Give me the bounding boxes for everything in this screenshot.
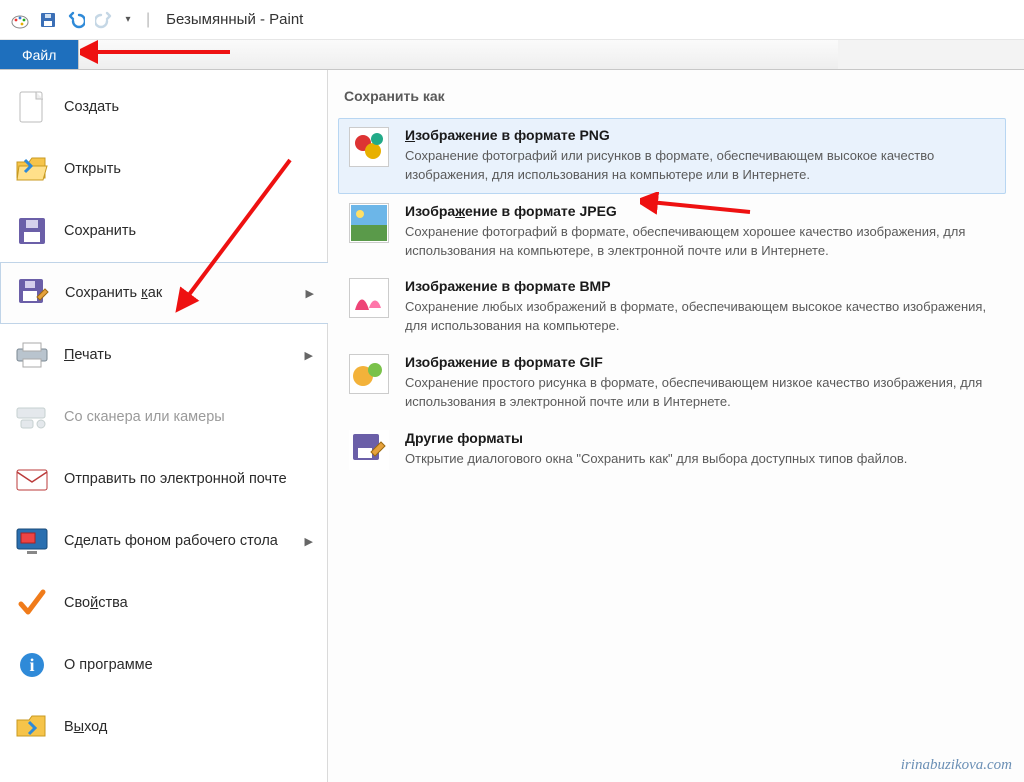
redo-icon[interactable] — [94, 10, 114, 30]
format-bmp[interactable]: Изображение в формате BMP Сохранение люб… — [338, 269, 1006, 345]
format-other[interactable]: Другие форматы Открытие диалогового окна… — [338, 421, 1006, 479]
undo-icon[interactable] — [66, 10, 86, 30]
menu-wallpaper[interactable]: Сделать фоном рабочего стола ▶ — [0, 510, 327, 572]
format-title: Изображение в формате GIF — [405, 354, 995, 370]
format-title: Другие форматы — [405, 430, 907, 446]
gif-thumb-icon — [349, 354, 389, 394]
save-qat-icon[interactable] — [38, 10, 58, 30]
panel-header: Сохранить как — [338, 84, 1006, 118]
format-desc: Сохранение фотографий в формате, обеспеч… — [405, 223, 995, 261]
file-menu: Создать Открыть Сохранить Сохранить как … — [0, 70, 328, 782]
scanner-icon — [14, 399, 50, 435]
menu-open[interactable]: Открыть — [0, 138, 327, 200]
svg-text:i: i — [29, 655, 34, 675]
save-icon — [14, 213, 50, 249]
backstage: Создать Открыть Сохранить Сохранить как … — [0, 70, 1024, 782]
bmp-thumb-icon — [349, 278, 389, 318]
menu-print[interactable]: Печать ▶ — [0, 324, 327, 386]
menu-label: Печать — [64, 347, 112, 363]
menu-save-as[interactable]: Сохранить как ▶ — [0, 262, 328, 324]
format-png[interactable]: Изображение в формате PNG Сохранение фот… — [338, 118, 1006, 194]
menu-save[interactable]: Сохранить — [0, 200, 327, 262]
open-folder-icon — [14, 151, 50, 187]
paint-app-icon — [10, 10, 30, 30]
menu-label: О программе — [64, 657, 153, 673]
format-desc: Сохранение любых изображений в формате, … — [405, 298, 995, 336]
menu-label: Сделать фоном рабочего стола — [64, 533, 278, 549]
tab-file[interactable]: Файл — [0, 40, 78, 69]
menu-properties[interactable]: Свойства — [0, 572, 327, 634]
menu-about[interactable]: i О программе — [0, 634, 327, 696]
format-jpeg[interactable]: Изображение в формате JPEG Сохранение фо… — [338, 194, 1006, 270]
menu-label: Создать — [64, 99, 119, 115]
check-icon — [14, 585, 50, 621]
menu-label: Отправить по электронной почте — [64, 471, 287, 487]
email-icon — [14, 461, 50, 497]
ribbon-tab-row: Файл — [0, 40, 1024, 70]
submenu-arrow-icon: ▶ — [305, 535, 313, 548]
menu-label: Свойства — [64, 595, 128, 611]
format-title: Изображение в формате JPEG — [405, 203, 995, 219]
separator: | — [142, 11, 154, 29]
titlebar: ▾ | Безымянный - Paint — [0, 0, 1024, 40]
watermark: irinabuzikova.com — [901, 757, 1012, 774]
format-desc: Открытие диалогового окна "Сохранить как… — [405, 450, 907, 469]
menu-label: Открыть — [64, 161, 121, 177]
menu-label: Со сканера или камеры — [64, 409, 225, 425]
menu-label: Выход — [64, 719, 107, 735]
menu-label: Сохранить — [64, 223, 136, 239]
save-as-icon — [15, 275, 51, 311]
jpeg-thumb-icon — [349, 203, 389, 243]
submenu-arrow-icon: ▶ — [305, 349, 313, 362]
format-desc: Сохранение простого рисунка в формате, о… — [405, 374, 995, 412]
format-title: Изображение в формате PNG — [405, 127, 995, 143]
menu-exit[interactable]: Выход — [0, 696, 327, 758]
menu-create[interactable]: Создать — [0, 76, 327, 138]
save-as-panel: Сохранить как Изображение в формате PNG … — [328, 70, 1024, 782]
other-thumb-icon — [349, 430, 389, 470]
submenu-arrow-icon: ▶ — [306, 287, 314, 300]
menu-label: Сохранить как — [65, 285, 162, 301]
exit-icon — [14, 709, 50, 745]
menu-scanner: Со сканера или камеры — [0, 386, 327, 448]
info-icon: i — [14, 647, 50, 683]
menu-send-email[interactable]: Отправить по электронной почте — [0, 448, 327, 510]
qat-dropdown-icon[interactable]: ▾ — [122, 10, 134, 30]
format-desc: Сохранение фотографий или рисунков в фор… — [405, 147, 995, 185]
ribbon-rest — [78, 40, 838, 69]
new-file-icon — [14, 89, 50, 125]
png-thumb-icon — [349, 127, 389, 167]
print-icon — [14, 337, 50, 373]
window-title: Безымянный - Paint — [166, 11, 303, 28]
format-title: Изображение в формате BMP — [405, 278, 995, 294]
format-gif[interactable]: Изображение в формате GIF Сохранение про… — [338, 345, 1006, 421]
wallpaper-icon — [14, 523, 50, 559]
